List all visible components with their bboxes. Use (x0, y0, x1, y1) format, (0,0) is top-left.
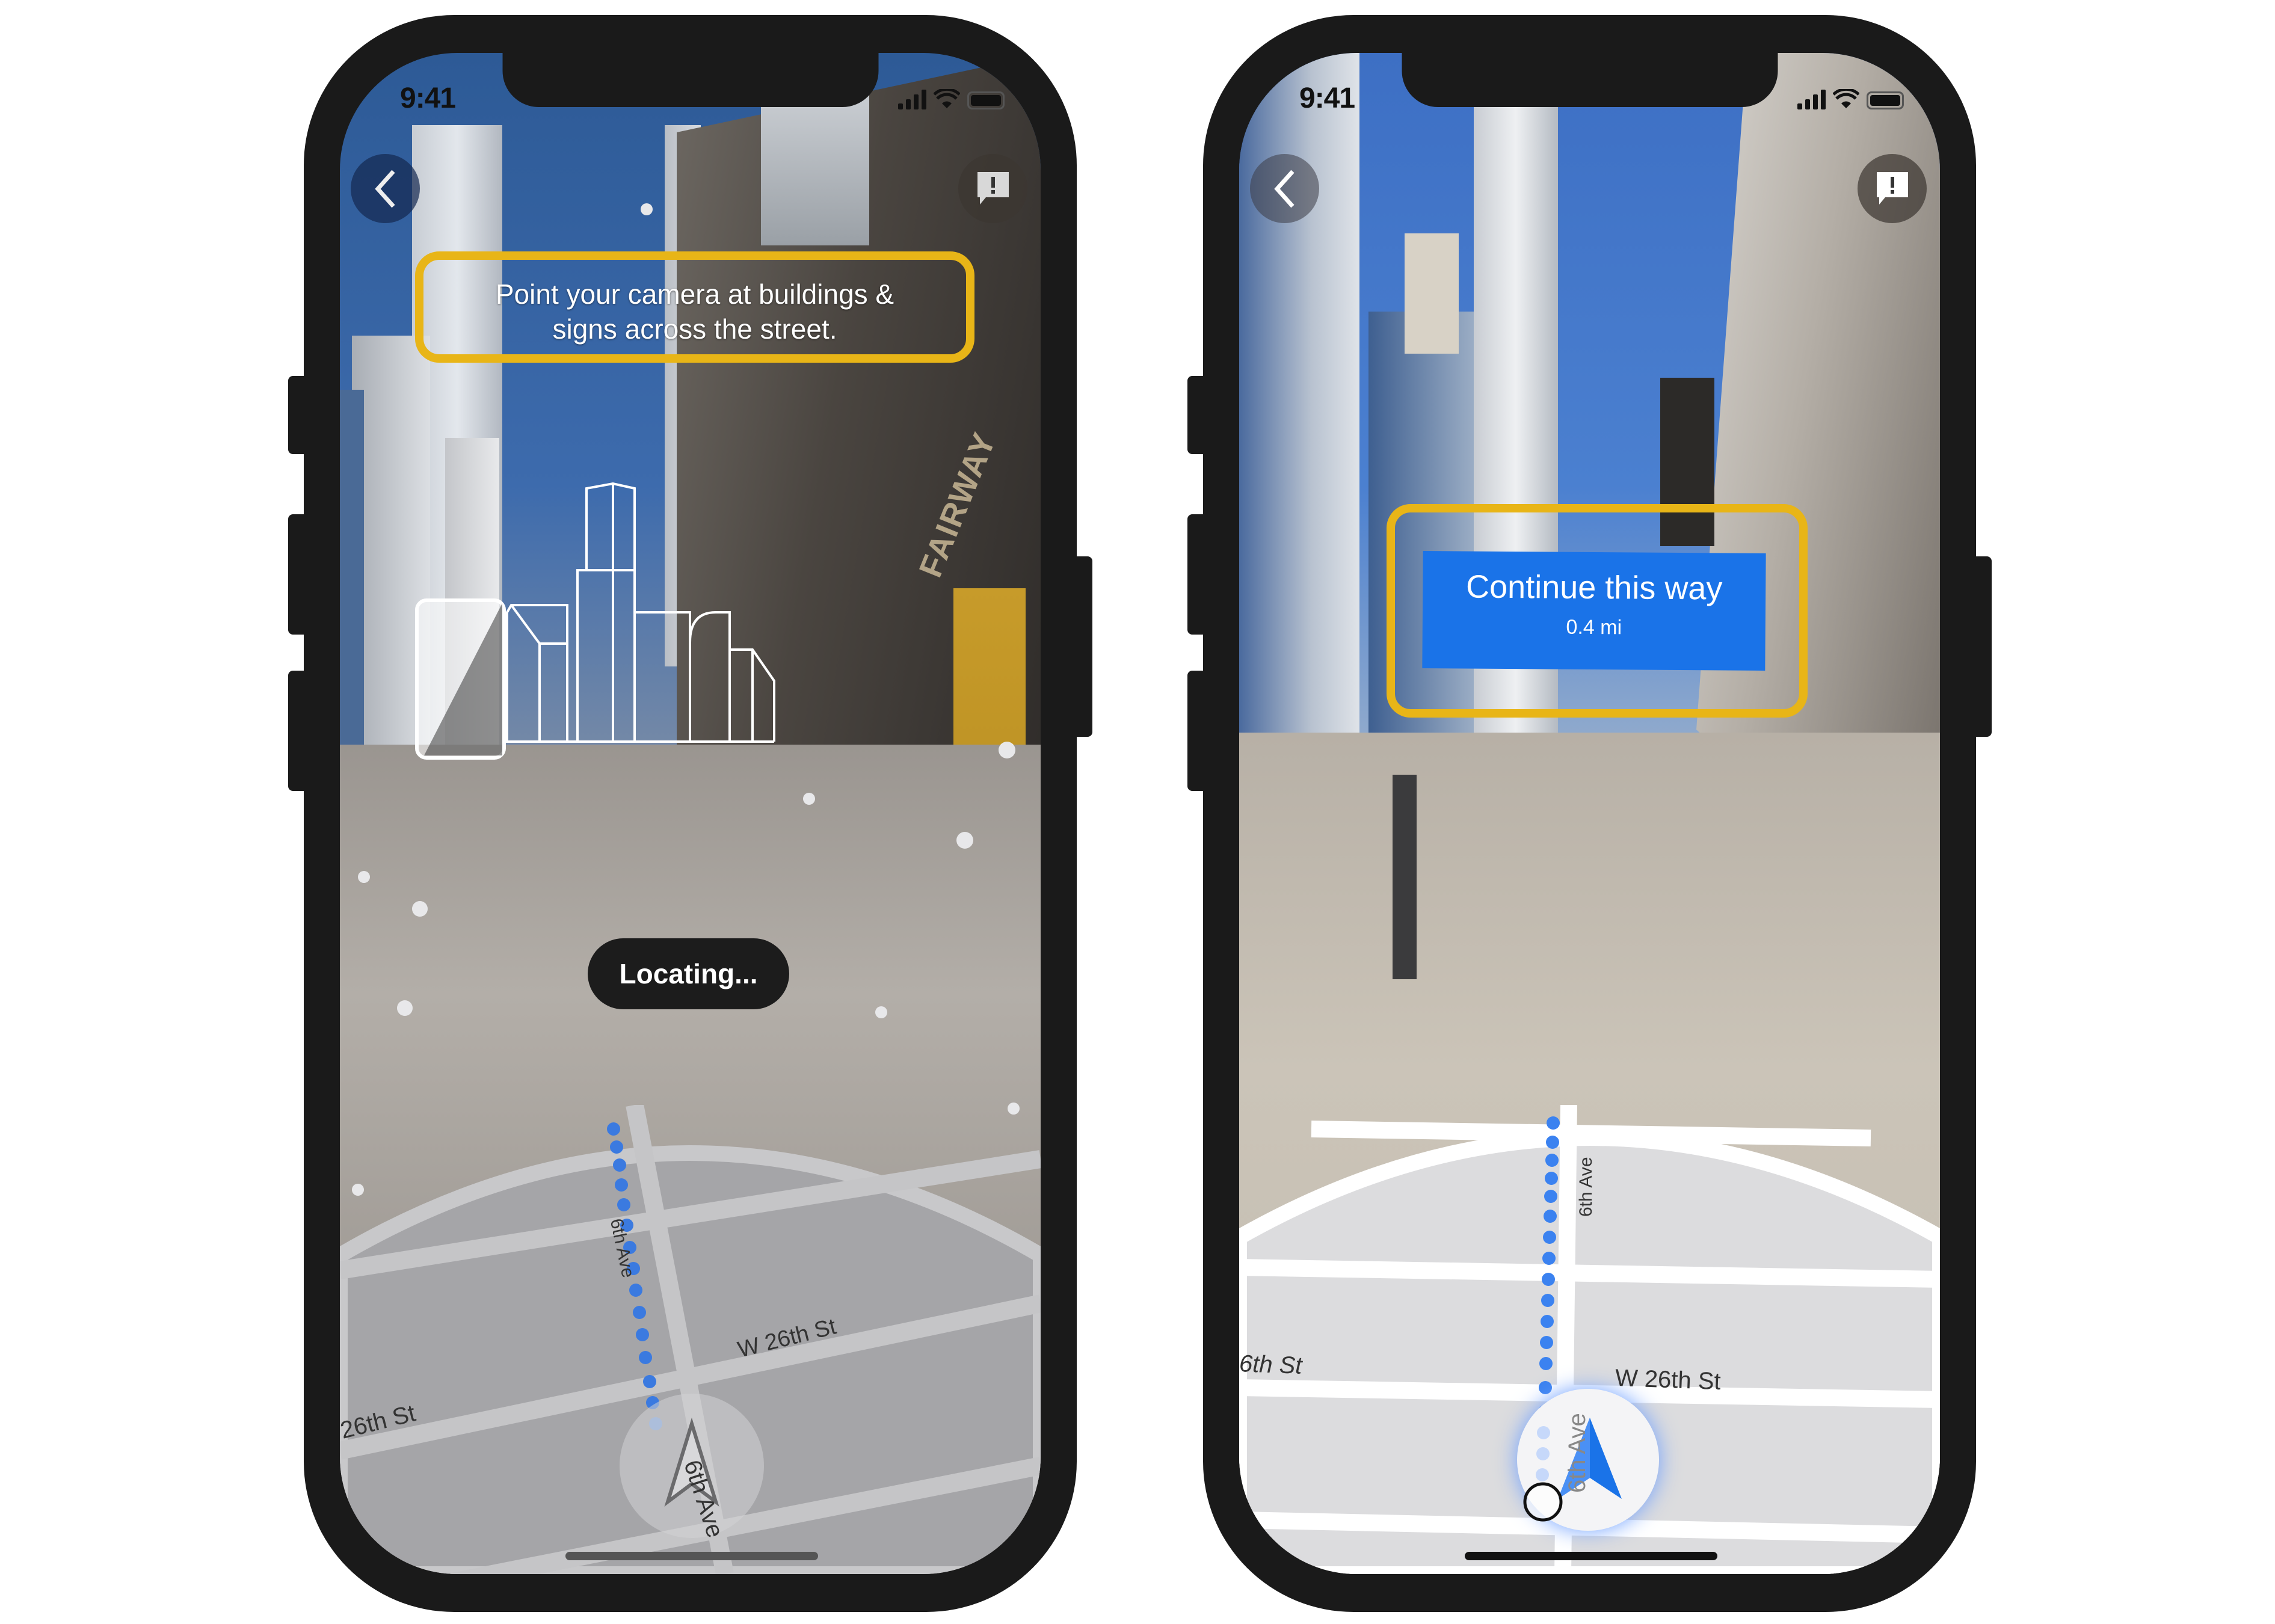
power-button (1976, 556, 1992, 737)
battery-icon (1867, 91, 1904, 109)
mute-switch (288, 376, 304, 454)
feature-point (875, 1006, 887, 1018)
hint-message: Point your camera at buildings & signs a… (423, 277, 966, 346)
feature-point (412, 901, 428, 917)
outline-spire (585, 482, 636, 570)
outline-arch (689, 611, 731, 742)
outline-tower (576, 569, 636, 742)
back-button[interactable] (351, 154, 420, 223)
volume-up-button (288, 514, 304, 635)
feature-point (358, 871, 370, 883)
feature-point (803, 793, 815, 805)
building (1405, 233, 1459, 354)
map-label-avenue-top: 6th Ave (1576, 1157, 1596, 1217)
outline-bldg-3 (635, 611, 691, 742)
status-time: 9:41 (400, 82, 456, 114)
home-indicator (1465, 1552, 1717, 1560)
volume-down-button (1187, 671, 1203, 791)
screen-left: FAIRWAY 9:41 Point your camera at buildi… (340, 53, 1041, 1574)
outline-bldg-1b (510, 604, 541, 742)
locating-status-pill: Locating... (588, 938, 789, 1009)
hint-line-2: signs across the street. (552, 313, 837, 345)
wifi-icon (1833, 89, 1859, 108)
power-button (1077, 556, 1092, 737)
outline-bldg-1 (506, 604, 568, 742)
map-label-street-left: 6th St (1239, 1350, 1303, 1379)
map-street (1239, 1259, 1940, 1288)
building-outline-overlay (415, 482, 775, 760)
feedback-exclamation-icon (1876, 171, 1908, 205)
screen-right: 9:41 Continue this way 0.4 mi 6th Ave 6t… (1239, 53, 1940, 1574)
back-button[interactable] (1250, 154, 1319, 223)
wifi-icon (934, 89, 960, 108)
report-button[interactable] (958, 154, 1027, 223)
status-time: 9:41 (1299, 82, 1355, 114)
feedback-exclamation-icon (977, 171, 1009, 205)
chevron-left-icon (1273, 170, 1295, 208)
map-label-avenue-bottom: 6th Ave (1564, 1413, 1590, 1493)
feature-point (397, 1000, 413, 1016)
home-indicator (565, 1552, 818, 1560)
volume-up-button (1187, 514, 1203, 635)
feature-point (999, 742, 1015, 758)
battery-icon (967, 91, 1005, 109)
phone-right: 9:41 Continue this way 0.4 mi 6th Ave 6t… (1187, 15, 1992, 1612)
cellular-signal-icon (1797, 88, 1826, 109)
status-bar: 9:41 (340, 82, 1041, 118)
report-button[interactable] (1858, 154, 1927, 223)
parking-meter (1393, 775, 1417, 979)
chevron-left-icon (374, 170, 395, 208)
map-street (1311, 1121, 1871, 1146)
hint-line-1: Point your camera at buildings & (495, 278, 894, 310)
volume-down-button (288, 671, 304, 791)
map-label-street-right: W 26th St (1615, 1364, 1722, 1395)
feature-point (956, 832, 973, 849)
feature-point (641, 203, 653, 215)
cellular-signal-icon (898, 88, 926, 109)
hint-highlight: Point your camera at buildings & signs a… (415, 251, 974, 363)
phone-left: FAIRWAY 9:41 Point your camera at buildi… (288, 15, 1092, 1612)
mute-switch (1187, 376, 1203, 454)
status-bar: 9:41 (1239, 82, 1940, 118)
direction-highlight (1387, 504, 1808, 718)
tap-indicator (1523, 1482, 1563, 1522)
